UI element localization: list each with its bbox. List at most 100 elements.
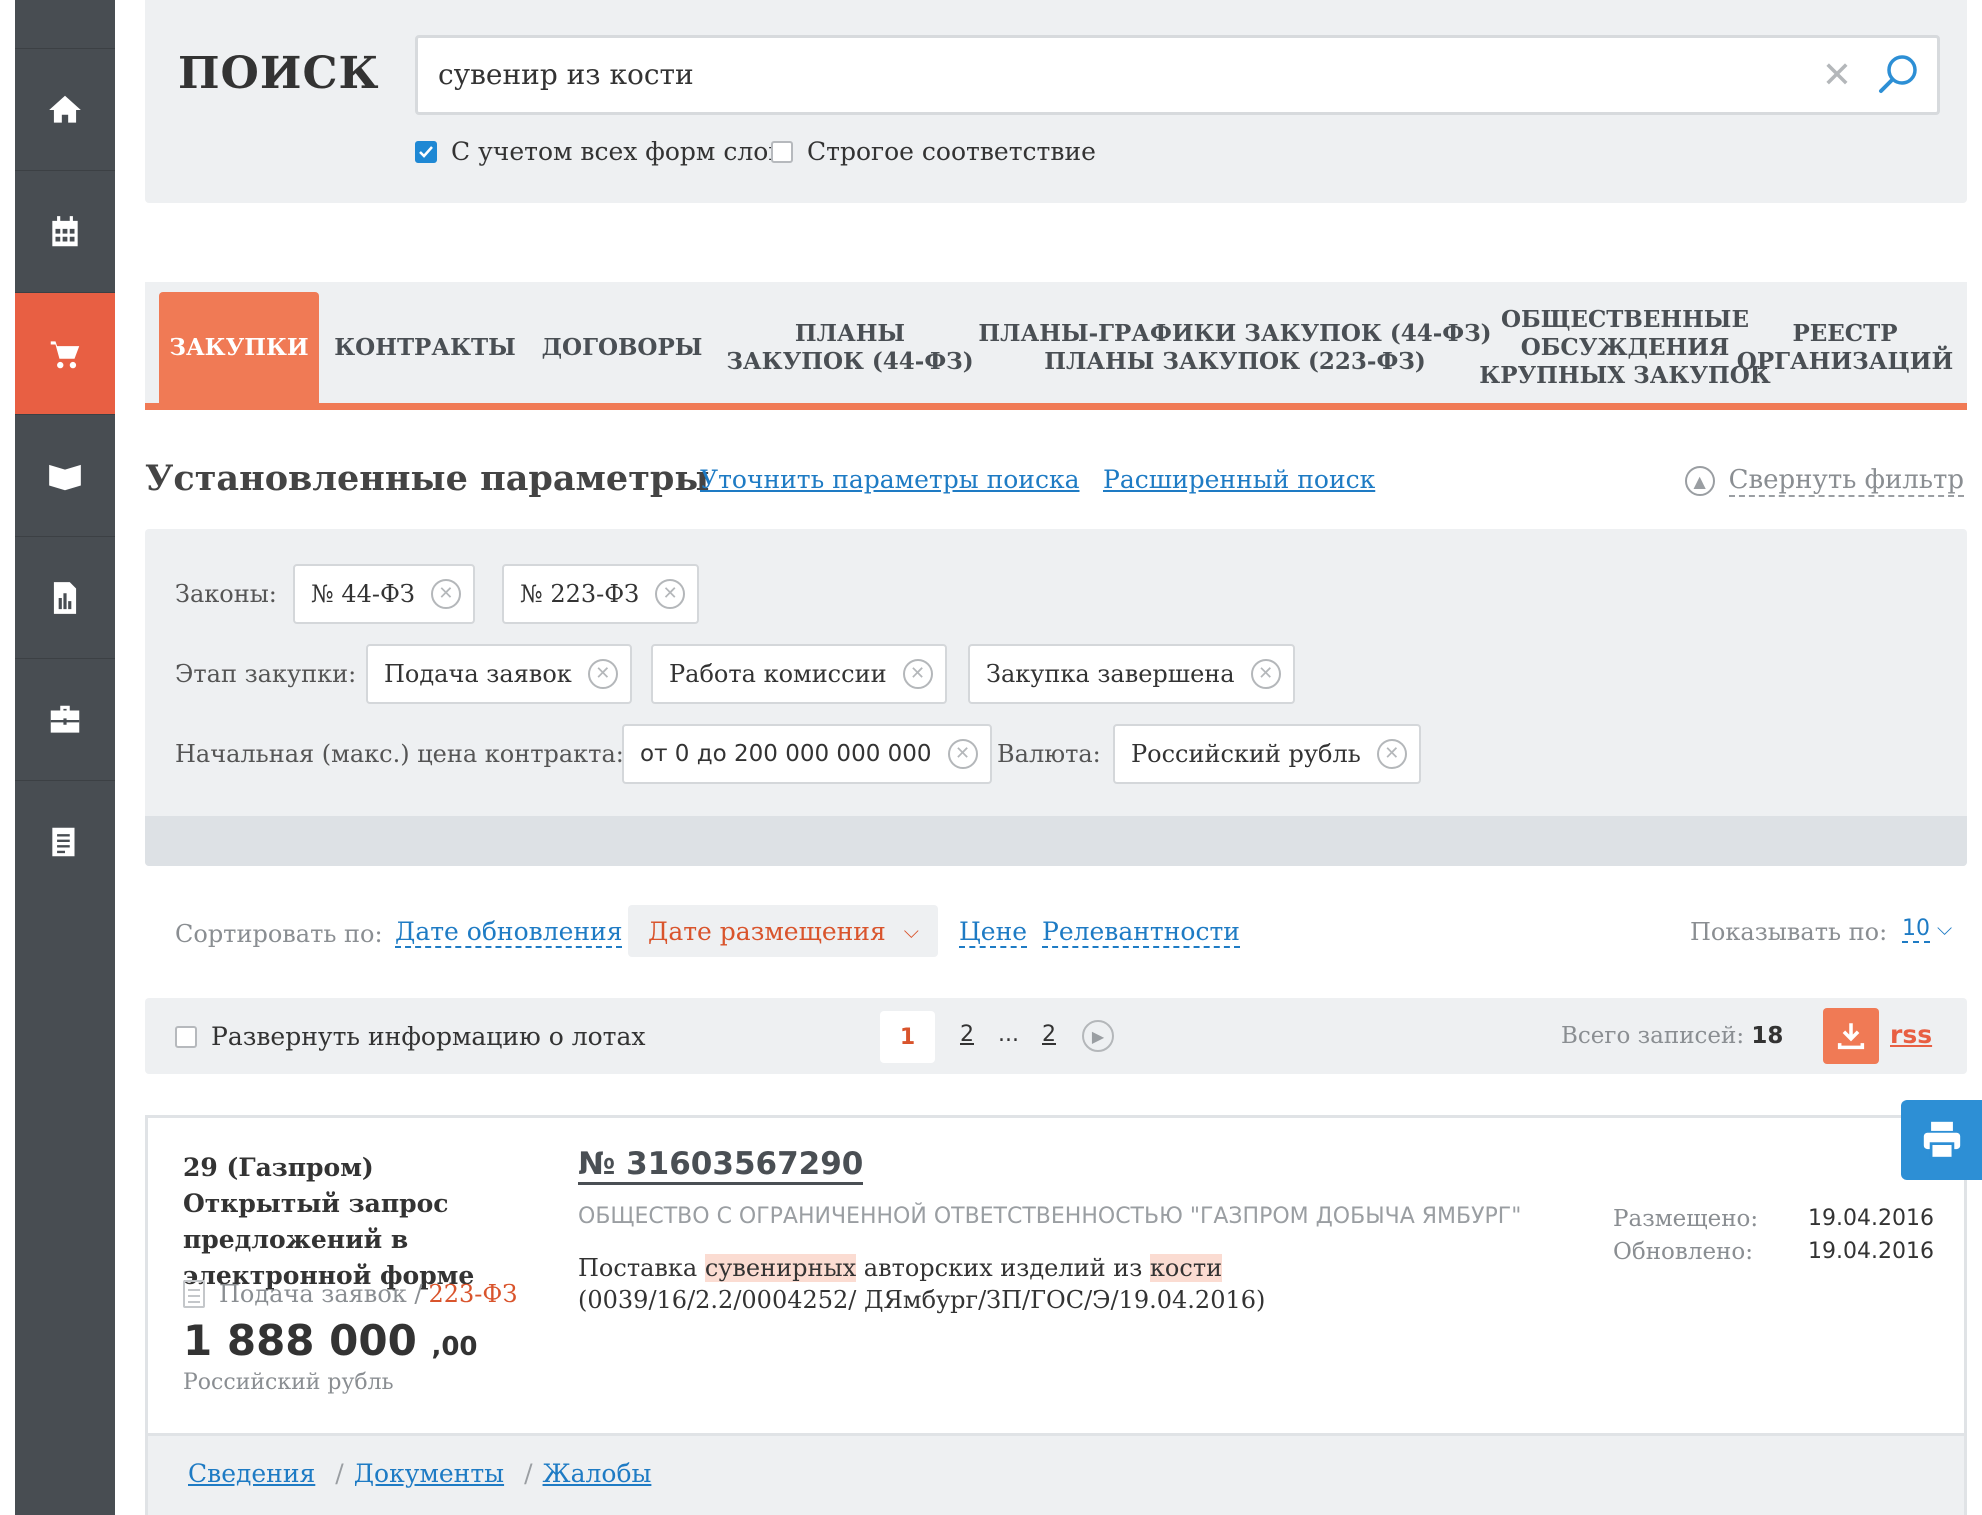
sort-by-update-date[interactable]: Дате обновления (395, 917, 623, 948)
filter-chip-stage: Работа комиссии ✕ (651, 644, 947, 704)
advanced-search-link[interactable]: Расширенный поиск (1103, 465, 1375, 494)
separator: / (524, 1459, 533, 1488)
pagination-current[interactable]: 1 (880, 1011, 935, 1063)
stage-text: Подача заявок / (219, 1280, 423, 1308)
remove-chip-icon[interactable]: ✕ (1376, 739, 1407, 769)
page: ПОИСК сувенир из кости ✕ С учетом всех ф… (0, 0, 1982, 1515)
chip-label: Подача заявок (384, 660, 572, 688)
tab-organizations-registry[interactable]: РЕЕСТР ОРГАНИЗАЦИЙ (1725, 292, 1965, 403)
search-query[interactable]: сувенир из кости (438, 58, 694, 91)
sidebar-item-registry[interactable] (15, 780, 115, 902)
filter-chip-law: № 44-ФЗ ✕ (293, 564, 475, 624)
remove-chip-icon[interactable]: ✕ (430, 579, 461, 609)
sidebar-item-briefcase[interactable] (15, 658, 115, 780)
expand-lots-checkbox[interactable]: Развернуть информацию о лотах (175, 1022, 646, 1051)
expand-lots-label: Развернуть информацию о лотах (211, 1022, 646, 1051)
filter-chip-currency: Российский рубль ✕ (1113, 724, 1421, 784)
sort-active-label: Дате размещения (648, 916, 886, 946)
chip-label: Российский рубль (1131, 740, 1361, 768)
currency-label: Валюта: (997, 740, 1101, 768)
chip-label: № 223-ФЗ (520, 580, 640, 608)
documents-link[interactable]: Документы (354, 1459, 504, 1488)
updated-date: 19.04.2016 (1808, 1239, 1934, 1264)
total-value: 18 (1751, 1023, 1784, 1049)
tab-contracts[interactable]: КОНТРАКТЫ (334, 292, 516, 403)
filter-chip-stage: Подача заявок ✕ (366, 644, 632, 704)
book-icon (49, 464, 81, 490)
sidebar-item-reports[interactable] (15, 536, 115, 658)
checkbox-unchecked[interactable] (175, 1025, 197, 1048)
placed-date: 19.04.2016 (1808, 1206, 1934, 1231)
all-word-forms-label: С учетом всех форм слов (451, 137, 783, 166)
sidebar (15, 0, 115, 1515)
filter-footer (145, 816, 1967, 866)
clear-icon[interactable]: ✕ (1822, 56, 1852, 96)
collapse-filter-button[interactable]: ▲ Свернуть фильтр (1684, 465, 1964, 497)
checkbox-unchecked[interactable] (771, 140, 793, 163)
sort-by-relevance[interactable]: Релевантности (1042, 917, 1240, 948)
print-icon (1923, 1121, 1960, 1160)
law-tag: 223-ФЗ (428, 1280, 518, 1308)
pagination-page[interactable]: 2 (1042, 1022, 1056, 1047)
briefcase-icon (50, 705, 80, 733)
info-link[interactable]: Сведения (188, 1459, 315, 1488)
sidebar-item-purchases[interactable] (15, 292, 115, 414)
document-icon (183, 1280, 205, 1308)
rss-link[interactable]: rss (1890, 1020, 1932, 1049)
chevron-down-icon[interactable]: ⌵ (1937, 916, 1952, 940)
sidebar-item-calendar[interactable] (15, 170, 115, 292)
total-label: Всего записей: (1561, 1023, 1745, 1049)
chip-label: Закупка завершена (986, 660, 1235, 688)
sidebar-item-home[interactable] (15, 48, 115, 170)
result-card: 29 (Газпром) Открытый запрос предложений… (145, 1115, 1967, 1515)
remove-chip-icon[interactable]: ✕ (902, 659, 933, 689)
sort-by-price[interactable]: Цене (959, 917, 1028, 948)
collapse-filter-label: Свернуть фильтр (1728, 465, 1964, 497)
checkbox-checked[interactable] (415, 140, 437, 163)
subject-text: авторских изделий из (856, 1254, 1150, 1282)
cart-icon (50, 340, 80, 368)
procedure-stage: Подача заявок / 223-ФЗ (183, 1280, 517, 1308)
registry-number-link[interactable]: № 31603567290 (578, 1146, 864, 1185)
remove-chip-icon[interactable]: ✕ (587, 659, 618, 689)
filter-chip-stage: Закупка завершена ✕ (968, 644, 1295, 704)
tab-agreements[interactable]: ДОГОВОРЫ (527, 292, 717, 403)
remove-chip-icon[interactable]: ✕ (1250, 659, 1281, 689)
chip-label: Работа комиссии (669, 660, 887, 688)
updated-label: Обновлено: (1613, 1239, 1753, 1265)
complaints-link[interactable]: Жалобы (543, 1459, 652, 1488)
all-word-forms-checkbox[interactable]: С учетом всех форм слов (415, 137, 782, 166)
search-icon[interactable] (1873, 48, 1925, 100)
tab-purchases[interactable]: ЗАКУПКИ (159, 292, 319, 403)
page-size-select[interactable]: 10 (1902, 916, 1930, 943)
placed-label: Размещено: (1613, 1206, 1759, 1232)
pagination-page[interactable]: 2 (960, 1022, 974, 1047)
sort-by-placement-date[interactable]: Дате размещения ⌵ (628, 905, 938, 957)
sidebar-item-library[interactable] (15, 414, 115, 536)
card-footer: Сведения / Документы / Жалобы (148, 1433, 1964, 1515)
remove-chip-icon[interactable]: ✕ (947, 739, 978, 769)
separator: / (335, 1459, 344, 1488)
subject-highlight: сувенирных (704, 1254, 857, 1282)
remove-chip-icon[interactable]: ✕ (655, 579, 686, 609)
sort-label: Сортировать по: (175, 920, 383, 948)
print-button[interactable] (1901, 1100, 1982, 1180)
price-label: Начальная (макс.) цена контракта: (175, 740, 624, 768)
download-icon (1837, 1023, 1865, 1050)
download-button[interactable] (1823, 1008, 1879, 1064)
strict-match-checkbox[interactable]: Строгое соответствие (771, 137, 1096, 166)
subject-highlight: кости (1149, 1254, 1223, 1282)
next-page-icon[interactable]: ▶ (1082, 1020, 1114, 1052)
search-title: ПОИСК (178, 48, 380, 99)
chevron-down-icon: ⌵ (903, 919, 919, 943)
params-title: Установленные параметры (145, 458, 710, 499)
procedure-type: 29 (Газпром) Открытый запрос предложений… (183, 1153, 475, 1290)
refine-search-link[interactable]: Уточнить параметры поиска (700, 465, 1080, 494)
search-input[interactable]: сувенир из кости ✕ (415, 35, 1940, 115)
search-panel: ПОИСК сувенир из кости ✕ С учетом всех ф… (145, 0, 1967, 203)
chip-label: № 44-ФЗ (311, 580, 415, 608)
customer-organization: ОБЩЕСТВО С ОГРАНИЧЕННОЙ ОТВЕТСТВЕННОСТЬЮ… (578, 1204, 1522, 1229)
laws-label: Законы: (175, 580, 277, 608)
home-icon (49, 95, 81, 123)
document-icon (52, 827, 75, 856)
